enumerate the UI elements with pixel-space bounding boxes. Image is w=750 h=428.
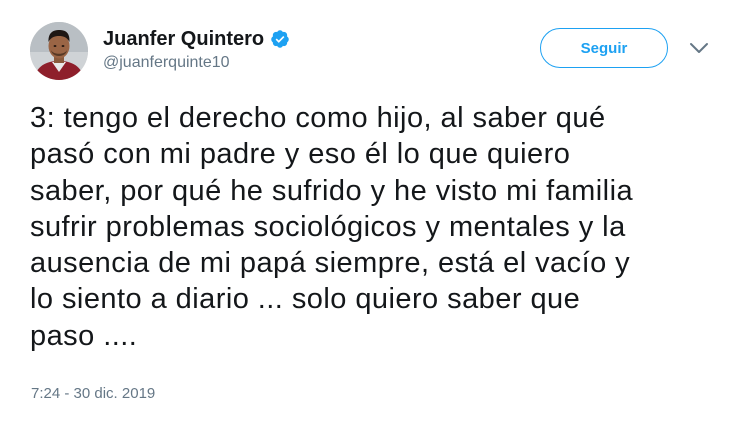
author-name-row: Juanfer Quintero [103, 26, 290, 52]
chevron-down-icon[interactable] [688, 40, 710, 56]
author-display-name[interactable]: Juanfer Quintero [103, 26, 264, 52]
verified-badge-icon [271, 30, 289, 48]
tweet-text: 3: tengo el derecho como hijo, al saber … [30, 102, 634, 352]
avatar-image [30, 22, 88, 80]
tweet-card: Juanfer Quintero @juanferquinte10 Seguir… [0, 0, 750, 428]
avatar[interactable] [30, 22, 88, 80]
follow-button[interactable]: Seguir [540, 28, 668, 68]
author-handle[interactable]: @juanferquinte10 [103, 52, 230, 74]
tweet-timestamp[interactable]: 7:24 - 30 dic. 2019 [31, 384, 155, 404]
